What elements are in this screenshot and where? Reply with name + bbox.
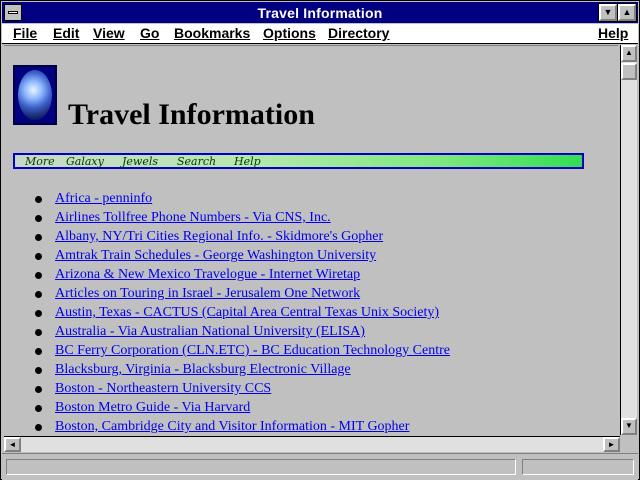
menu-file-label: File <box>13 25 38 41</box>
bullet-icon <box>35 291 42 298</box>
list-link[interactable]: Airlines Tollfree Phone Numbers - Via CN… <box>55 210 331 226</box>
list-link[interactable]: Boston Metro Guide - Via Harvard <box>55 400 250 416</box>
menu-file[interactable]: File <box>13 25 37 41</box>
menu-directory-label: Directory <box>328 25 390 41</box>
bullet-icon <box>35 329 42 336</box>
page-title: Travel Information <box>68 98 315 131</box>
scroll-left-button[interactable]: ◄ <box>4 437 21 452</box>
scroll-thumb[interactable] <box>621 63 637 80</box>
bullet-icon <box>35 348 42 355</box>
list-link[interactable]: Amtrak Train Schedules - George Washingt… <box>55 248 376 264</box>
menu-options-label: Options <box>263 25 316 41</box>
nav-search[interactable]: Search <box>177 155 216 168</box>
menu-directory[interactable]: Directory <box>328 25 389 41</box>
list-link[interactable]: BC Ferry Corporation (CLN.ETC) - BC Educ… <box>55 343 450 359</box>
scroll-down-button[interactable]: ▼ <box>621 418 637 435</box>
menu-bookmarks-label: Bookmarks <box>174 25 251 41</box>
menu-help[interactable]: Help <box>598 25 628 41</box>
list-link[interactable]: Boston, Cambridge City and Visitor Infor… <box>55 419 409 435</box>
menu-view[interactable]: View <box>93 25 125 41</box>
bullet-icon <box>35 405 42 412</box>
browser-window: Travel Information ▼ ▲ File Edit View Go… <box>0 0 640 480</box>
menu-bookmarks[interactable]: Bookmarks <box>174 25 250 41</box>
nav-help[interactable]: Help <box>234 155 261 168</box>
status-text-field <box>6 459 516 475</box>
galaxy-jewel-icon[interactable] <box>13 65 57 125</box>
menu-edit[interactable]: Edit <box>53 25 79 41</box>
bullet-icon <box>35 424 42 431</box>
bullet-icon <box>35 215 42 222</box>
menu-help-label: Help <box>598 25 629 41</box>
scroll-corner <box>620 436 637 452</box>
scroll-right-button[interactable]: ► <box>603 437 620 452</box>
nav-more[interactable]: More <box>25 155 55 168</box>
scroll-up-button[interactable]: ▲ <box>621 45 637 62</box>
nav-galaxy[interactable]: Galaxy <box>66 155 104 168</box>
bullet-icon <box>35 253 42 260</box>
nav-bar: More Galaxy Jewels Search Help <box>13 153 584 169</box>
bullet-icon <box>35 234 42 241</box>
page-content: Travel Information More Galaxy Jewels Se… <box>4 45 618 436</box>
list-link[interactable]: Africa - penninfo <box>55 191 152 207</box>
bullet-icon <box>35 367 42 374</box>
list-link[interactable]: Austin, Texas - CACTUS (Capital Area Cen… <box>55 305 439 321</box>
list-link[interactable]: Albany, NY/Tri Cities Regional Info. - S… <box>55 229 383 245</box>
menu-go-label: Go <box>140 25 160 41</box>
window-title: Travel Information <box>257 5 383 21</box>
maximize-button[interactable]: ▲ <box>617 3 637 22</box>
nav-jewels[interactable]: Jewels <box>122 155 158 168</box>
list-link[interactable]: Blacksburg, Virginia - Blacksburg Electr… <box>55 362 351 378</box>
status-bar <box>2 453 638 480</box>
menu-view-label: View <box>93 25 125 41</box>
bullet-icon <box>35 272 42 279</box>
title-bar[interactable]: Travel Information ▼ ▲ <box>2 2 638 23</box>
bullet-icon <box>35 310 42 317</box>
minimize-button[interactable]: ▼ <box>598 3 618 22</box>
list-link[interactable]: Articles on Touring in Israel - Jerusale… <box>55 286 360 302</box>
bullet-icon <box>35 196 42 203</box>
list-link[interactable]: Australia - Via Australian National Univ… <box>55 324 365 340</box>
bullet-icon <box>35 386 42 393</box>
list-link[interactable]: Boston - Northeastern University CCS <box>55 381 271 397</box>
horizontal-scrollbar[interactable]: ◄ ► <box>4 436 620 452</box>
menu-options[interactable]: Options <box>263 25 316 41</box>
menu-go[interactable]: Go <box>140 25 159 41</box>
list-link[interactable]: Arizona & New Mexico Travelogue - Intern… <box>55 267 360 283</box>
menu-bar: File Edit View Go Bookmarks Options Dire… <box>2 24 638 44</box>
status-progress-field <box>522 459 634 475</box>
jewel-image <box>18 70 52 120</box>
menu-edit-label: Edit <box>53 25 80 41</box>
vertical-scrollbar[interactable]: ▲ ▼ <box>620 45 637 435</box>
